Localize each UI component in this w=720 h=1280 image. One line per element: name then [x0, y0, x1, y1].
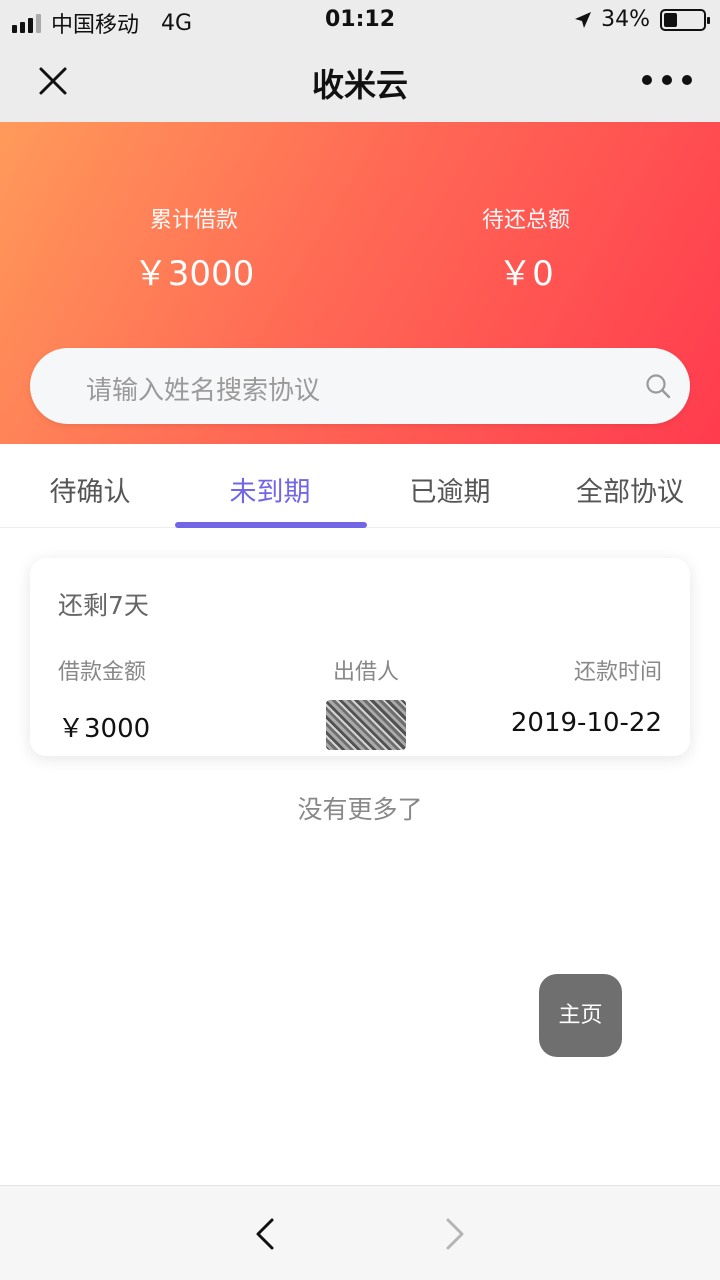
tab-overdue[interactable]: 已逾期 — [360, 470, 540, 509]
amount-column: 借款金额 ￥3000 — [58, 654, 150, 745]
search-input[interactable]: 请输入姓名搜索协议 — [30, 348, 690, 424]
total-due-label: 待还总额 — [481, 208, 570, 233]
more-icon[interactable] — [642, 68, 692, 92]
active-tab-indicator — [175, 522, 367, 528]
back-arrow-icon[interactable] — [250, 1214, 280, 1254]
amount-label: 借款金额 — [58, 660, 147, 685]
forward-arrow-icon[interactable] — [440, 1214, 470, 1254]
status-right: 34% — [573, 7, 710, 32]
no-more-text: 没有更多了 — [297, 795, 423, 824]
battery-icon — [660, 8, 710, 31]
lender-name-redacted — [326, 700, 406, 750]
total-due: 待还总额 ￥0 — [396, 202, 656, 295]
total-borrowed-value: ￥3000 — [133, 254, 255, 294]
browser-bottom-bar — [0, 1185, 720, 1280]
location-icon — [575, 11, 592, 28]
search-icon[interactable] — [644, 372, 672, 400]
lender-column: 出借人 — [326, 654, 406, 750]
agreement-card[interactable]: 还剩7天 借款金额 ￥3000 出借人 还款时间 2019-10-22 — [30, 558, 690, 756]
total-due-value: ￥0 — [498, 254, 554, 294]
search-placeholder: 请输入姓名搜索协议 — [86, 376, 321, 406]
repay-time-value: 2019-10-22 — [510, 708, 662, 738]
home-button[interactable]: 主页 — [539, 974, 622, 1057]
battery-fill — [664, 12, 677, 27]
status-bar: 中国移动 4G 01:12 34% — [0, 0, 720, 40]
page-title: 收米云 — [311, 66, 408, 104]
tab-pending-confirm[interactable]: 待确认 — [0, 470, 180, 509]
repay-time-label: 还款时间 — [573, 660, 662, 685]
nav-bar: 收米云 — [0, 40, 720, 122]
amount-value: ￥3000 — [58, 714, 151, 744]
total-borrowed-label: 累计借款 — [149, 208, 238, 233]
tab-all-agreements[interactable]: 全部协议 — [540, 470, 720, 509]
summary-banner: 累计借款 ￥3000 待还总额 ￥0 请输入姓名搜索协议 — [0, 122, 720, 444]
days-remaining: 还剩7天 — [58, 591, 149, 620]
battery-percent: 34% — [601, 7, 650, 32]
repay-time-column: 还款时间 2019-10-22 — [511, 654, 662, 738]
tab-bar: 待确认 未到期 已逾期 全部协议 — [0, 444, 720, 528]
tab-not-due[interactable]: 未到期 — [180, 470, 360, 509]
lender-label: 出借人 — [332, 660, 399, 685]
total-borrowed: 累计借款 ￥3000 — [64, 202, 324, 295]
